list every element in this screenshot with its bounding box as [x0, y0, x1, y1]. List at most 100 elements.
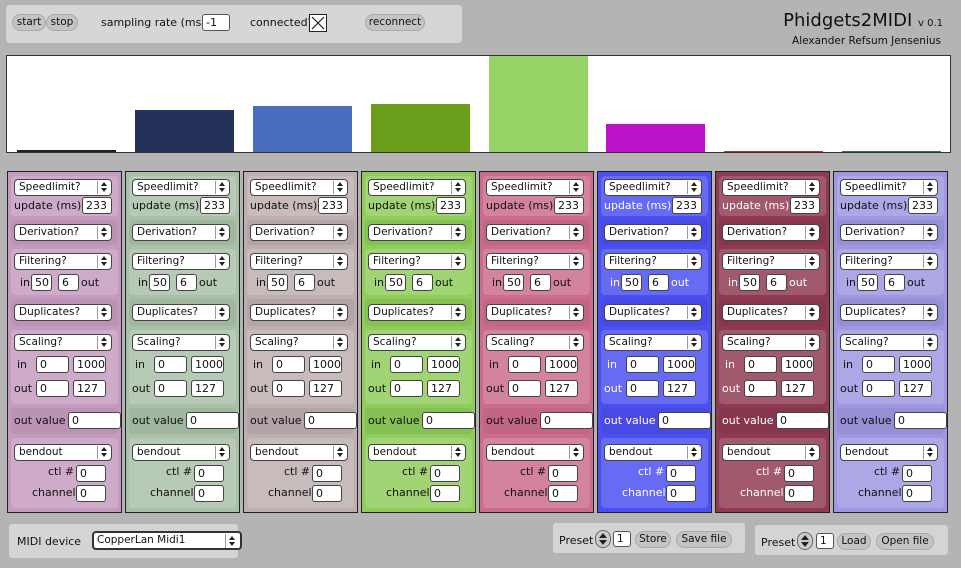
scale-out-max-input[interactable]: 127	[899, 380, 932, 397]
update-ms-input[interactable]: 233	[200, 197, 230, 214]
ctl-input[interactable]: 0	[430, 465, 460, 482]
scaling-dropdown[interactable]: Scaling?	[486, 334, 584, 351]
scale-out-min-input[interactable]: 0	[508, 380, 541, 397]
load-button[interactable]: Load	[837, 533, 871, 550]
save-file-button[interactable]: Save file	[676, 531, 732, 548]
filtering-dropdown[interactable]: Filtering?	[250, 253, 348, 270]
scale-in-max-input[interactable]: 1000	[663, 356, 696, 373]
ctl-input[interactable]: 0	[194, 465, 224, 482]
ctl-input[interactable]: 0	[548, 465, 578, 482]
preset-store-number[interactable]: 1	[613, 531, 631, 547]
update-ms-input[interactable]: 233	[908, 197, 938, 214]
update-ms-input[interactable]: 233	[672, 197, 702, 214]
filter-in-input[interactable]: 50	[503, 274, 524, 291]
preset-load-number[interactable]: 1	[816, 533, 834, 549]
duplicates-dropdown[interactable]: Duplicates?	[486, 304, 584, 321]
scale-in-min-input[interactable]: 0	[744, 356, 777, 373]
scale-in-max-input[interactable]: 1000	[545, 356, 578, 373]
derivation-dropdown[interactable]: Derivation?	[722, 224, 820, 241]
ctl-input[interactable]: 0	[666, 465, 696, 482]
filter-in-input[interactable]: 50	[621, 274, 642, 291]
filter-in-input[interactable]: 50	[857, 274, 878, 291]
scaling-dropdown[interactable]: Scaling?	[132, 334, 230, 351]
derivation-dropdown[interactable]: Derivation?	[250, 224, 348, 241]
update-ms-input[interactable]: 233	[436, 197, 466, 214]
channel-input[interactable]: 0	[430, 485, 460, 502]
out-value-input[interactable]: 0	[422, 412, 475, 429]
scale-in-max-input[interactable]: 1000	[899, 356, 932, 373]
midi-mode-dropdown[interactable]: bendout	[250, 444, 348, 461]
scale-in-max-input[interactable]: 1000	[73, 356, 106, 373]
reconnect-button[interactable]: reconnect	[365, 14, 425, 31]
scale-in-min-input[interactable]: 0	[154, 356, 187, 373]
connected-checkbox[interactable]	[309, 14, 327, 32]
scale-out-max-input[interactable]: 127	[73, 380, 106, 397]
scale-out-min-input[interactable]: 0	[390, 380, 423, 397]
stop-button[interactable]: stop	[46, 14, 78, 31]
scaling-dropdown[interactable]: Scaling?	[250, 334, 348, 351]
filter-out-input[interactable]: 6	[530, 274, 551, 291]
speedlimit-dropdown[interactable]: Speedlimit?	[722, 179, 820, 196]
scaling-dropdown[interactable]: Scaling?	[604, 334, 702, 351]
filter-in-input[interactable]: 50	[267, 274, 288, 291]
channel-input[interactable]: 0	[312, 485, 342, 502]
derivation-dropdown[interactable]: Derivation?	[132, 224, 230, 241]
scale-out-max-input[interactable]: 127	[191, 380, 224, 397]
out-value-input[interactable]: 0	[894, 412, 947, 429]
out-value-input[interactable]: 0	[776, 412, 829, 429]
scale-out-min-input[interactable]: 0	[36, 380, 69, 397]
duplicates-dropdown[interactable]: Duplicates?	[604, 304, 702, 321]
duplicates-dropdown[interactable]: Duplicates?	[368, 304, 466, 321]
filter-in-input[interactable]: 50	[385, 274, 406, 291]
scale-out-max-input[interactable]: 127	[663, 380, 696, 397]
scale-in-max-input[interactable]: 1000	[781, 356, 814, 373]
filtering-dropdown[interactable]: Filtering?	[14, 253, 112, 270]
duplicates-dropdown[interactable]: Duplicates?	[722, 304, 820, 321]
filtering-dropdown[interactable]: Filtering?	[132, 253, 230, 270]
filter-out-input[interactable]: 6	[58, 274, 79, 291]
midi-mode-dropdown[interactable]: bendout	[486, 444, 584, 461]
midi-device-select[interactable]: CopperLan Midi1	[92, 531, 242, 550]
scale-out-min-input[interactable]: 0	[862, 380, 895, 397]
channel-input[interactable]: 0	[902, 485, 932, 502]
scale-in-max-input[interactable]: 1000	[309, 356, 342, 373]
channel-input[interactable]: 0	[76, 485, 106, 502]
derivation-dropdown[interactable]: Derivation?	[14, 224, 112, 241]
duplicates-dropdown[interactable]: Duplicates?	[250, 304, 348, 321]
filter-out-input[interactable]: 6	[412, 274, 433, 291]
channel-input[interactable]: 0	[784, 485, 814, 502]
duplicates-dropdown[interactable]: Duplicates?	[840, 304, 938, 321]
scale-out-min-input[interactable]: 0	[744, 380, 777, 397]
scale-in-max-input[interactable]: 1000	[427, 356, 460, 373]
speedlimit-dropdown[interactable]: Speedlimit?	[14, 179, 112, 196]
derivation-dropdown[interactable]: Derivation?	[604, 224, 702, 241]
filter-out-input[interactable]: 6	[176, 274, 197, 291]
out-value-input[interactable]: 0	[68, 412, 121, 429]
derivation-dropdown[interactable]: Derivation?	[486, 224, 584, 241]
channel-input[interactable]: 0	[548, 485, 578, 502]
out-value-input[interactable]: 0	[304, 412, 357, 429]
channel-input[interactable]: 0	[666, 485, 696, 502]
speedlimit-dropdown[interactable]: Speedlimit?	[368, 179, 466, 196]
preset-load-stepper[interactable]	[797, 532, 813, 550]
filter-in-input[interactable]: 50	[31, 274, 52, 291]
scale-in-min-input[interactable]: 0	[626, 356, 659, 373]
midi-mode-dropdown[interactable]: bendout	[722, 444, 820, 461]
update-ms-input[interactable]: 233	[554, 197, 584, 214]
filter-out-input[interactable]: 6	[648, 274, 669, 291]
update-ms-input[interactable]: 233	[318, 197, 348, 214]
midi-mode-dropdown[interactable]: bendout	[604, 444, 702, 461]
scale-in-min-input[interactable]: 0	[36, 356, 69, 373]
scale-in-min-input[interactable]: 0	[862, 356, 895, 373]
scale-out-max-input[interactable]: 127	[545, 380, 578, 397]
speedlimit-dropdown[interactable]: Speedlimit?	[604, 179, 702, 196]
speedlimit-dropdown[interactable]: Speedlimit?	[132, 179, 230, 196]
out-value-input[interactable]: 0	[186, 412, 239, 429]
midi-mode-dropdown[interactable]: bendout	[368, 444, 466, 461]
filter-in-input[interactable]: 50	[149, 274, 170, 291]
scaling-dropdown[interactable]: Scaling?	[722, 334, 820, 351]
scaling-dropdown[interactable]: Scaling?	[368, 334, 466, 351]
derivation-dropdown[interactable]: Derivation?	[368, 224, 466, 241]
scale-out-max-input[interactable]: 127	[309, 380, 342, 397]
filtering-dropdown[interactable]: Filtering?	[840, 253, 938, 270]
